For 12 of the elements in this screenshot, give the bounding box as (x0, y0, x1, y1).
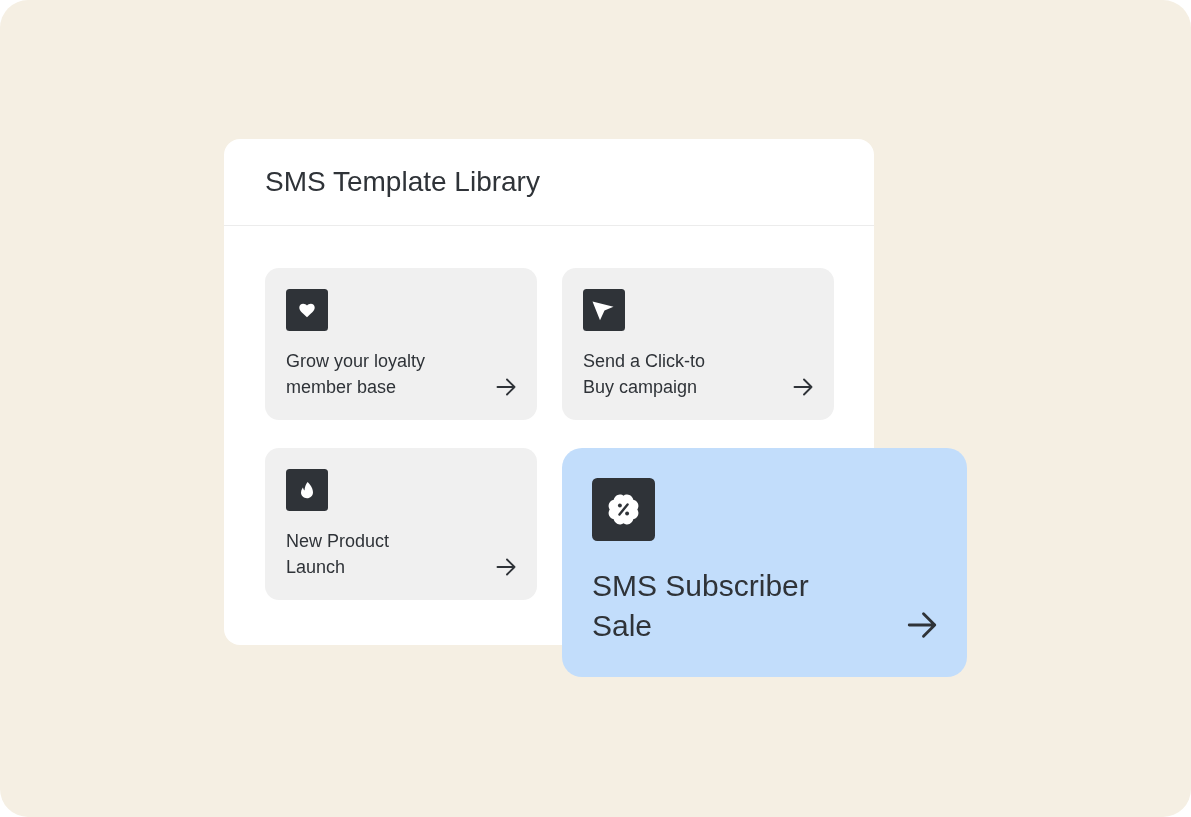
template-card[interactable]: New Product Launch (265, 448, 537, 600)
arrow-right-icon (496, 557, 516, 577)
arrow-right-icon (496, 377, 516, 397)
template-card[interactable]: SMS Subscriber Sale (562, 448, 967, 677)
arrow-right-icon (907, 610, 937, 640)
flame-icon (286, 469, 328, 511)
arrow-right-icon (793, 377, 813, 397)
panel-title: SMS Template Library (265, 165, 540, 199)
cursor-icon (583, 289, 625, 331)
template-card[interactable]: Send a Click-to Buy campaign (562, 268, 834, 420)
template-card[interactable]: Grow your loyalty member base (265, 268, 537, 420)
percent-badge-icon (592, 478, 655, 541)
